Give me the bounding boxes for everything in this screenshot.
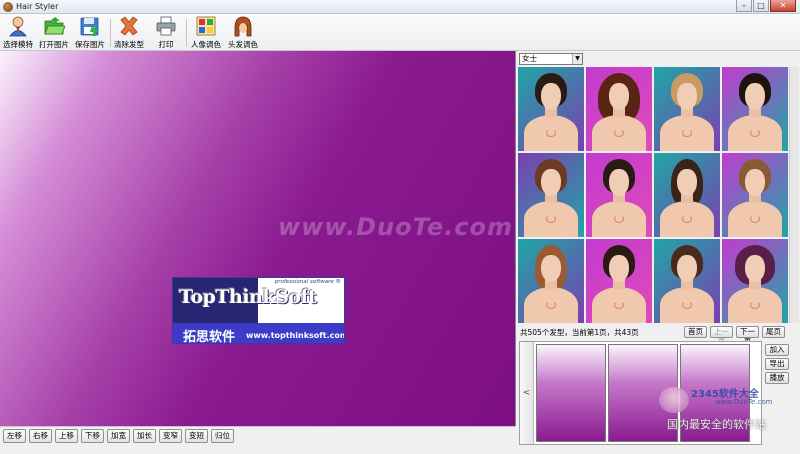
toolbar-separator	[110, 19, 111, 47]
hairstyle-thumbnail[interactable]	[586, 67, 652, 151]
category-select[interactable]: 女士 ▼	[519, 53, 583, 65]
window-controls: – □ ✕	[735, 0, 796, 14]
title-bar: Hair Styler – □ ✕	[0, 0, 800, 14]
move-right-button[interactable]: 右移	[29, 429, 52, 443]
prev-page-button[interactable]: 上一页	[710, 326, 733, 346]
hairstyle-grid	[518, 67, 789, 323]
hairstyle-thumbnail[interactable]	[654, 153, 720, 237]
user-icon	[7, 15, 29, 37]
move-up-button[interactable]: 上移	[55, 429, 78, 443]
strip-slot[interactable]	[536, 344, 606, 442]
portrait-color-button[interactable]: 人像调色	[189, 15, 223, 50]
open-folder-icon	[43, 15, 66, 37]
editing-canvas[interactable]: www.DuoTe.com professional software ® To…	[0, 51, 516, 426]
widen-button[interactable]: 加宽	[107, 429, 130, 443]
chevron-down-icon: ▼	[572, 54, 582, 64]
hairstyle-thumbnail[interactable]	[586, 153, 652, 237]
hair-color-icon	[232, 15, 254, 37]
maximize-button[interactable]: □	[753, 0, 769, 12]
last-page-button[interactable]: 尾页	[762, 326, 785, 338]
hairstyle-thumbnail[interactable]	[722, 153, 788, 237]
first-page-button[interactable]: 首页	[684, 326, 707, 338]
open-image-button[interactable]: 打开图片	[38, 15, 70, 50]
pagination: 共505个发型，当前第1页，共43页 首页 上一页 下一页 尾页	[517, 325, 800, 346]
hairstyle-thumbnail[interactable]	[654, 67, 720, 151]
printer-icon	[155, 15, 177, 37]
close-button[interactable]: ✕	[770, 0, 796, 12]
minimize-button[interactable]: –	[736, 0, 752, 12]
move-down-button[interactable]: 下移	[81, 429, 104, 443]
next-page-button[interactable]: 下一页	[736, 326, 759, 346]
print-button[interactable]: 打印	[150, 15, 182, 50]
hairstyle-thumbnail[interactable]	[722, 67, 788, 151]
clear-hair-button[interactable]: 清除发型	[113, 15, 145, 50]
palette-icon	[195, 15, 217, 37]
page-info: 共505个发型，当前第1页，共43页	[520, 328, 639, 337]
save-image-button[interactable]: 保存图片	[74, 15, 106, 50]
toolbar-separator	[186, 19, 187, 47]
save-icon	[79, 15, 101, 37]
strip-scroll-left-button[interactable]: <	[520, 342, 534, 444]
narrow-button[interactable]: 变窄	[159, 429, 182, 443]
lengthen-button[interactable]: 加长	[133, 429, 156, 443]
move-left-button[interactable]: 左移	[3, 429, 26, 443]
window-title: Hair Styler	[16, 2, 59, 11]
reset-button[interactable]: 归位	[211, 429, 234, 443]
hairstyle-thumbnail[interactable]	[654, 239, 720, 323]
export-button[interactable]: 导出	[765, 358, 789, 370]
adjust-controls: 左移 右移 上移 下移 加宽 加长 变窄 变短 归位	[0, 426, 516, 444]
add-button[interactable]: 加入	[765, 344, 789, 356]
clear-x-icon	[118, 15, 140, 37]
hair-color-button[interactable]: 头发调色	[226, 15, 260, 50]
select-model-button[interactable]: 选择模特	[2, 15, 34, 50]
topthinksoft-logo: professional software ® TopThinkSoft 拓思软…	[172, 277, 345, 344]
grid-scrollbar[interactable]	[789, 67, 799, 323]
toolbar: 选择模特 打开图片 保存图片 清除发型 打印 人像调色 头发调色	[0, 14, 800, 51]
hairstyle-thumbnail[interactable]	[518, 67, 584, 151]
site-watermark: 2345软件大全 www.DuoTe.com 国内最安全的软件站	[655, 381, 800, 433]
app-icon	[3, 2, 13, 12]
shorten-button[interactable]: 变短	[185, 429, 208, 443]
hairstyle-thumbnail[interactable]	[722, 239, 788, 323]
hairstyle-thumbnail[interactable]	[518, 153, 584, 237]
hairstyle-thumbnail[interactable]	[586, 239, 652, 323]
hairstyle-thumbnail[interactable]	[518, 239, 584, 323]
duote-watermark: www.DuoTe.com	[278, 213, 513, 241]
mascot-icon	[659, 387, 689, 413]
